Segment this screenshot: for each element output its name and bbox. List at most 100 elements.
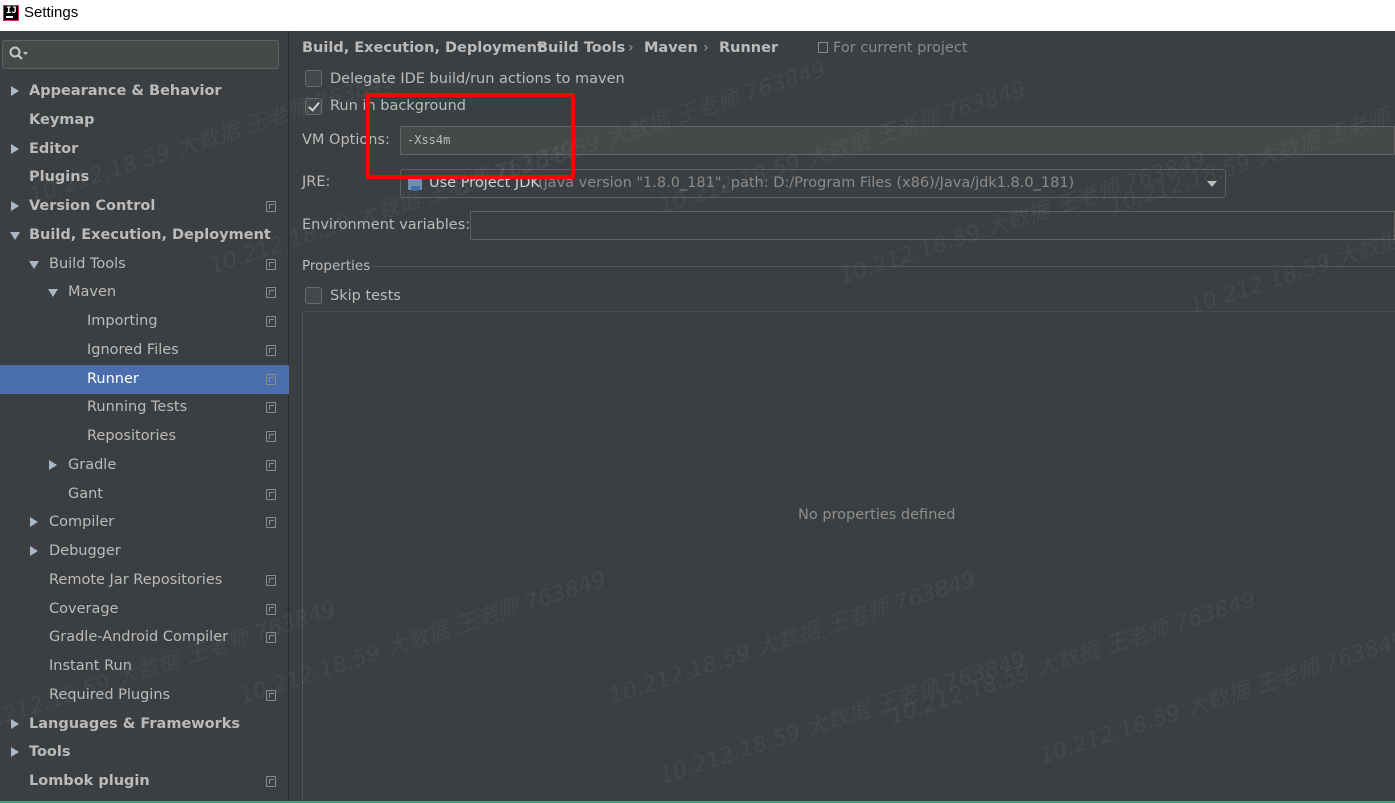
project-scope-icon bbox=[266, 402, 276, 414]
sidebar-item-tools[interactable]: Tools bbox=[0, 738, 289, 767]
sidebar-item-debugger[interactable]: Debugger bbox=[0, 537, 289, 566]
project-scope-icon bbox=[266, 603, 276, 615]
sidebar-item-build-execution-deployment[interactable]: Build, Execution, Deployment bbox=[0, 221, 289, 250]
breadcrumb-item-maven: Maven bbox=[644, 40, 698, 56]
sidebar-item-appearance-behavior[interactable]: Appearance & Behavior bbox=[0, 77, 289, 106]
sidebar-item-label: Runner bbox=[87, 370, 139, 387]
sidebar-item-label: Plugins bbox=[29, 169, 90, 186]
sidebar-item-languages-frameworks[interactable]: Languages & Frameworks bbox=[0, 710, 289, 739]
breadcrumb-separator: › bbox=[521, 40, 527, 56]
properties-section-title: Properties bbox=[302, 258, 371, 274]
sidebar-item-label: Debugger bbox=[49, 543, 121, 559]
sidebar-item-lombok-plugin[interactable]: Lombok plugin bbox=[0, 767, 289, 796]
section-divider bbox=[372, 266, 1395, 267]
scope-indicator: For current project bbox=[818, 40, 968, 56]
project-scope-icon bbox=[266, 488, 276, 500]
project-scope-icon bbox=[818, 42, 828, 53]
chevron-down-icon[interactable] bbox=[28, 250, 40, 279]
sidebar-item-label: Editor bbox=[29, 140, 79, 157]
project-scope-icon bbox=[266, 574, 276, 586]
chevron-right-icon[interactable] bbox=[9, 135, 21, 164]
project-scope-icon bbox=[266, 632, 276, 644]
window-title: Settings bbox=[24, 4, 79, 21]
run-in-background-checkbox[interactable] bbox=[305, 98, 322, 115]
project-scope-icon bbox=[266, 287, 276, 299]
sidebar-item-label: Running Tests bbox=[87, 399, 188, 416]
sidebar-item-repositories[interactable]: Repositories bbox=[0, 422, 289, 451]
sidebar-item-running-tests[interactable]: Running Tests bbox=[0, 393, 289, 422]
sidebar-item-label: Repositories bbox=[87, 428, 177, 444]
sidebar-item-version-control[interactable]: Version Control bbox=[0, 192, 289, 221]
sidebar-item-remote-jar-repositories[interactable]: Remote Jar Repositories bbox=[0, 566, 289, 595]
project-scope-icon bbox=[266, 459, 276, 471]
sidebar-item-label: Remote Jar Repositories bbox=[49, 571, 223, 588]
project-scope-icon bbox=[266, 776, 276, 787]
sidebar-item-keymap[interactable]: Keymap bbox=[0, 106, 289, 135]
sidebar-item-compiler[interactable]: Compiler bbox=[0, 508, 289, 537]
sidebar-item-ignored-files[interactable]: Ignored Files bbox=[0, 336, 289, 365]
sidebar-item-label: Importing bbox=[87, 313, 158, 329]
properties-empty-message: No properties defined bbox=[798, 507, 956, 523]
jre-selected-details: (java version "1.8.0_181", path: D:/Prog… bbox=[538, 175, 1075, 191]
search-icon[interactable] bbox=[8, 45, 28, 63]
sidebar-item-required-plugins[interactable]: Required Plugins bbox=[0, 681, 289, 710]
sidebar-item-label: Gant bbox=[68, 485, 103, 502]
chevron-right-icon[interactable] bbox=[9, 738, 21, 767]
sidebar-item-build-tools[interactable]: Build Tools bbox=[0, 250, 289, 279]
breadcrumb-item-build-tools: Build Tools bbox=[537, 40, 626, 56]
breadcrumb-item-build-execution-deployment: Build, Execution, Deployment bbox=[302, 40, 544, 56]
project-scope-icon bbox=[266, 373, 276, 385]
delegate-to-maven-checkbox[interactable] bbox=[305, 70, 322, 87]
chevron-right-icon[interactable] bbox=[47, 451, 59, 480]
sidebar-item-instant-run[interactable]: Instant Run bbox=[0, 652, 289, 681]
sidebar-item-label: Compiler bbox=[49, 514, 115, 531]
sidebar-item-label: Tools bbox=[29, 744, 71, 761]
chevron-right-icon[interactable] bbox=[9, 192, 21, 221]
chevron-right-icon[interactable] bbox=[28, 508, 40, 537]
chevron-down-icon[interactable] bbox=[47, 278, 59, 307]
delegate-to-maven-label[interactable]: Delegate IDE build/run actions to maven bbox=[330, 71, 625, 87]
sidebar-item-runner[interactable]: Runner bbox=[0, 364, 289, 394]
chevron-right-icon[interactable] bbox=[28, 537, 40, 566]
sidebar-item-label: Languages & Frameworks bbox=[29, 715, 241, 732]
sidebar-item-gradle-android-compiler[interactable]: Gradle-Android Compiler bbox=[0, 623, 289, 652]
annotation-highlight-box bbox=[366, 93, 575, 179]
skip-tests-checkbox[interactable] bbox=[305, 287, 322, 304]
intellij-logo-icon: IJ bbox=[3, 5, 19, 21]
sidebar-item-label: Lombok plugin bbox=[29, 773, 150, 789]
sidebar-item-label: Build Tools bbox=[49, 255, 126, 272]
project-scope-icon bbox=[266, 517, 276, 529]
jre-label: JRE: bbox=[302, 174, 331, 190]
sidebar-item-label: Ignored Files bbox=[87, 341, 179, 358]
settings-search-input[interactable] bbox=[2, 40, 279, 69]
jdk-icon bbox=[408, 178, 422, 191]
chevron-down-icon[interactable] bbox=[1207, 181, 1217, 187]
settings-sidebar: Appearance & Behavior Keymap Editor Plugins… bbox=[0, 31, 289, 803]
sidebar-item-label: Gradle-Android Compiler bbox=[49, 629, 229, 646]
sidebar-item-label: Instant Run bbox=[49, 658, 132, 674]
sidebar-item-maven[interactable]: Maven bbox=[0, 278, 289, 307]
skip-tests-label[interactable]: Skip tests bbox=[330, 288, 401, 304]
sidebar-item-plugins[interactable]: Plugins bbox=[0, 163, 289, 192]
sidebar-item-gant[interactable]: Gant bbox=[0, 480, 289, 509]
environment-variables-label: Environment variables: bbox=[302, 217, 471, 233]
sidebar-item-label: Required Plugins bbox=[49, 686, 171, 703]
sidebar-item-editor[interactable]: Editor bbox=[0, 135, 289, 164]
breadcrumb-item-runner: Runner bbox=[719, 40, 779, 56]
sidebar-item-label: Appearance & Behavior bbox=[29, 83, 222, 99]
sidebar-item-label: Maven bbox=[68, 284, 117, 301]
sidebar-item-gradle[interactable]: Gradle bbox=[0, 451, 289, 480]
sidebar-item-coverage[interactable]: Coverage bbox=[0, 595, 289, 624]
breadcrumb-separator: › bbox=[703, 40, 709, 56]
chevron-right-icon[interactable] bbox=[9, 77, 21, 106]
sidebar-item-label: Version Control bbox=[29, 198, 156, 214]
sidebar-item-importing[interactable]: Importing bbox=[0, 307, 289, 336]
environment-variables-field[interactable] bbox=[470, 211, 1395, 240]
project-scope-icon bbox=[266, 344, 276, 356]
properties-table[interactable] bbox=[302, 311, 1395, 803]
chevron-right-icon[interactable] bbox=[9, 710, 21, 739]
breadcrumb-separator: › bbox=[628, 40, 634, 56]
chevron-down-icon[interactable] bbox=[9, 221, 21, 250]
sidebar-item-label: Coverage bbox=[49, 600, 119, 617]
project-scope-icon bbox=[266, 201, 276, 212]
